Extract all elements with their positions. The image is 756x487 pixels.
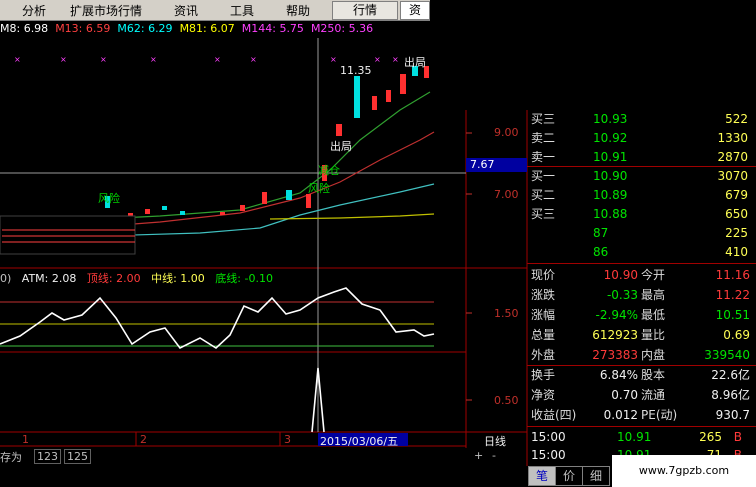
exit-label: 出局 <box>404 56 426 69</box>
menu-extended-market[interactable]: 扩展市场行情 <box>70 2 142 19</box>
stats-row: 涨幅 -2.94% 最低 10.51 <box>531 308 750 322</box>
order-price: 10.90 <box>593 169 628 183</box>
stats-row: 外盘 273383 内盘 339540 <box>531 348 750 362</box>
price-tick: 9.00 <box>494 126 519 139</box>
order-label: 卖一 <box>531 150 556 164</box>
svg-text:×: × <box>100 55 107 64</box>
order-book-row: 买二 10.89 679 <box>527 186 756 204</box>
svg-text:×: × <box>14 55 21 64</box>
ma-legend: M8: 6.98 M13: 6.59 M62: 6.29 M81: 6.07 M144:… <box>0 22 380 35</box>
svg-text:×: × <box>214 55 221 64</box>
volume-area <box>0 215 136 255</box>
order-book-row: 卖二 10.92 1330 <box>527 129 756 147</box>
order-book-row: 87 225 <box>527 224 756 242</box>
order-price: 10.88 <box>593 207 628 221</box>
indicator-legend: 0) ATM: 2.08 顶线: 2.00 中线: 1.00 底线: -0.10 <box>0 272 273 285</box>
ticks-divider <box>527 426 756 427</box>
ma-legend-item: M62: 6.29 <box>117 22 173 35</box>
stats-divider <box>527 263 756 264</box>
ma-legend-item: M13: 6.59 <box>55 22 111 35</box>
stats-row: 现价 10.90 今开 11.16 <box>531 268 750 282</box>
zoom-out-button[interactable]: - <box>492 449 496 462</box>
svg-text:×: × <box>374 55 381 64</box>
order-price: 10.93 <box>593 112 628 126</box>
stats-row: 收益(四) 0.012 PE(动) 930.7 <box>531 408 750 422</box>
order-volume: 679 <box>725 188 748 202</box>
order-price: 87 <box>593 226 609 240</box>
panel-tabs: 笔价细 <box>528 466 610 486</box>
exit-label: 出局 <box>330 140 352 153</box>
tab-quotes[interactable]: 行情 <box>332 1 398 20</box>
tab-price[interactable]: 价 <box>555 466 583 486</box>
stats-row: 净资 0.70 流通 8.96亿 <box>531 388 750 402</box>
order-book-row: 买三 10.88 650 <box>527 205 756 223</box>
ma-line <box>0 91 431 223</box>
order-book-row: 86 410 <box>527 243 756 261</box>
high-label: 11.35 <box>340 64 372 77</box>
order-book-row: 卖一 10.91 2870 <box>527 148 756 166</box>
svg-text:×: × <box>330 55 337 64</box>
svg-text:×: × <box>392 55 399 64</box>
tick-row: 15:00 10.91 265 B <box>531 430 742 444</box>
order-volume: 522 <box>725 112 748 126</box>
order-price: 10.89 <box>593 188 628 202</box>
menu-help[interactable]: 帮助 <box>286 2 310 19</box>
order-volume: 410 <box>725 245 748 259</box>
indicator-tick: 1.50 <box>494 307 519 320</box>
reduce-label: 减仓 <box>318 164 340 177</box>
menu-analysis[interactable]: 分析 <box>22 2 46 19</box>
svg-text:×: × <box>150 55 157 64</box>
order-volume: 225 <box>725 226 748 240</box>
ma-legend-item: M144: 5.75 <box>241 22 304 35</box>
crosshair-price: 7.67 <box>470 158 495 171</box>
order-label: 卖二 <box>531 131 556 145</box>
order-price: 10.91 <box>593 150 628 164</box>
svg-text:×: × <box>250 55 257 64</box>
stats-row: 换手 6.84% 股本 22.6亿 <box>531 368 750 382</box>
stats-row: 总量 612923 量比 0.69 <box>531 328 750 342</box>
date-mark: 2 <box>140 433 147 446</box>
order-volume: 650 <box>725 207 748 221</box>
order-price: 10.92 <box>593 131 628 145</box>
ma-legend-item: M250: 5.36 <box>310 22 374 35</box>
bottom-value[interactable]: 123 <box>34 449 61 464</box>
menu-info[interactable]: 资讯 <box>174 2 198 19</box>
order-book-row: 买一 10.90 3070 <box>527 167 756 185</box>
bottom-value[interactable]: 125 <box>64 449 91 464</box>
period-label[interactable]: 日线 <box>484 433 506 449</box>
stats-row: 涨跌 -0.33 最高 11.22 <box>531 288 750 302</box>
ma-legend-item: M81: 6.07 <box>179 22 235 35</box>
order-volume: 3070 <box>717 169 748 183</box>
risk-label: 风险 <box>98 192 120 205</box>
indicator-tick: 0.50 <box>494 394 519 407</box>
ma-legend-item: M8: 6.98 <box>0 22 49 35</box>
tab-detail[interactable]: 细 <box>582 466 610 486</box>
selected-date: 2015/03/06/五 <box>320 435 399 448</box>
order-book-row: 买三 10.93 522 <box>527 110 756 128</box>
bottom-toolbar: 存为 123 125 + - <box>0 449 500 464</box>
order-label: 买一 <box>531 169 556 183</box>
tab-info[interactable]: 资 <box>400 1 430 20</box>
svg-text:×: × <box>60 55 67 64</box>
atm-line <box>0 287 435 350</box>
order-label: 买二 <box>531 188 556 202</box>
order-volume: 1330 <box>717 131 748 145</box>
menu-bar: 分析 扩展市场行情 资讯 工具 帮助 行情 资 <box>0 0 430 21</box>
signal-marks: × × × × × × × × × <box>14 55 399 64</box>
price-tick: 7.00 <box>494 188 519 201</box>
order-label: 买三 <box>531 112 556 126</box>
watermark: www.7gpzb.com <box>612 455 756 487</box>
candlesticks <box>4 66 429 231</box>
order-price: 86 <box>593 245 609 259</box>
tab-trades[interactable]: 笔 <box>528 466 556 486</box>
order-label: 买三 <box>531 207 556 221</box>
zoom-in-button[interactable]: + <box>474 449 483 462</box>
risk-label: 风险 <box>308 182 330 195</box>
date-mark: 3 <box>284 433 291 446</box>
menu-tools[interactable]: 工具 <box>230 2 254 19</box>
order-volume: 2870 <box>717 150 748 164</box>
date-mark: 1 <box>22 433 29 446</box>
